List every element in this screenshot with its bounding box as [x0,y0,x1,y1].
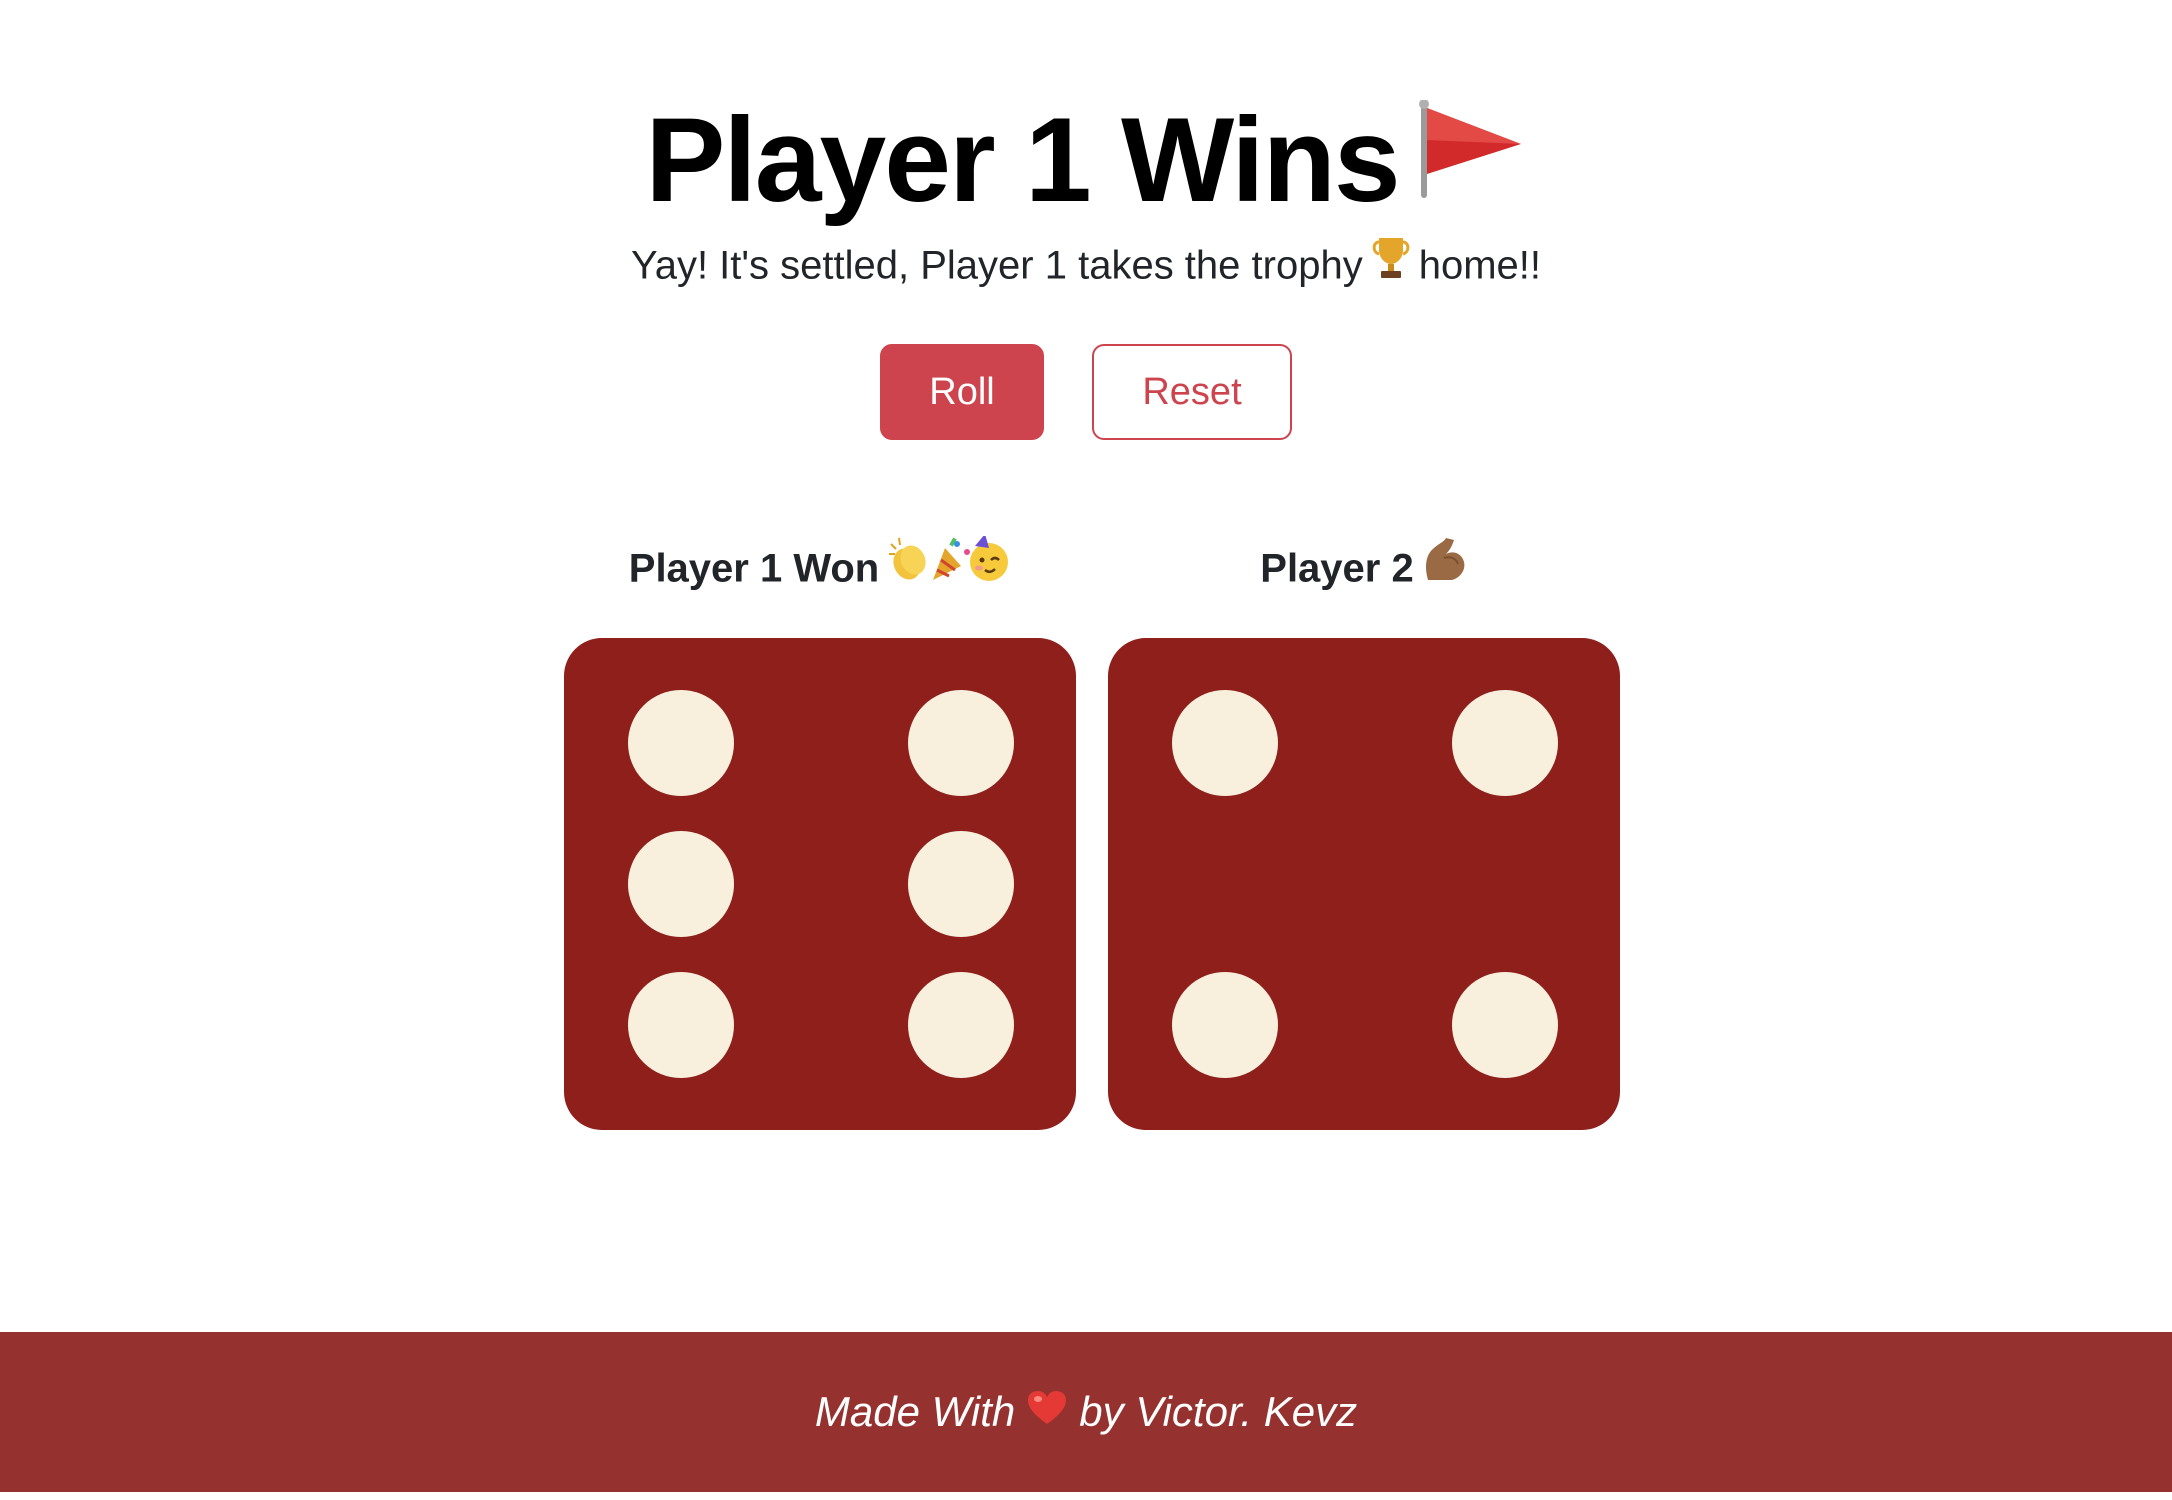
die-pip [1172,690,1278,796]
die-pip [1172,972,1278,1078]
die-pip [1452,690,1558,796]
heart-icon [1027,1388,1067,1436]
die-pip [628,972,734,1078]
footer: Made With by Victor. Kevz [0,1332,2172,1492]
die-pip [628,831,734,937]
subtitle: Yay! It's settled, Player 1 takes the tr… [0,238,2172,296]
footer-credit: Made With by Victor. Kevz [815,1388,1357,1436]
player-1-die [564,638,1076,1130]
title-text: Player 1 Wins [645,93,1400,227]
page-title: Player 1 Wins [0,95,2172,234]
partying-face-icon [970,534,1009,581]
reset-button[interactable]: Reset [1092,344,1292,440]
player-1-label-text: Player 1 Won [628,546,880,591]
party-popper-icon [933,537,971,580]
footer-text-after: by Victor. Kevz [1079,1388,1358,1435]
dice-game-page: Player 1 Wins Yay! It's settled, Player … [0,0,2172,1500]
player-2-die [1108,638,1620,1130]
die-pip [628,690,734,796]
player-2-label: Player 2 [1108,538,1620,602]
die-pip [908,690,1014,796]
player-1-emojis [887,534,1011,598]
die-pip [1452,972,1558,1078]
player-2-label-text: Player 2 [1260,546,1414,591]
controls: Roll Reset [0,344,2172,440]
subtitle-text-after: home!! [1418,243,1541,288]
roll-button[interactable]: Roll [880,344,1044,440]
player-1-label: Player 1 Won [564,534,1076,602]
clapping-hands-icon [889,537,926,580]
die-pip [908,972,1014,1078]
subtitle-text-before: Yay! It's settled, Player 1 takes the tr… [631,243,1363,288]
red-flag-icon [1417,94,1527,224]
die-pip [908,831,1014,937]
flexed-biceps-icon [1422,536,1468,598]
trophy-icon [1371,236,1411,292]
footer-text-before: Made With [814,1388,1016,1435]
